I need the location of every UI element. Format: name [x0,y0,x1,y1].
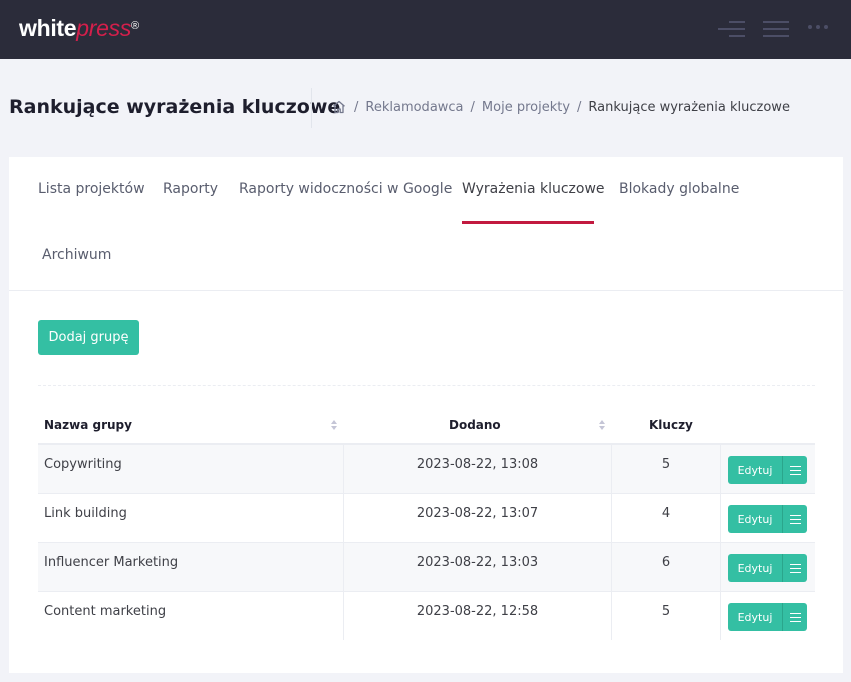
table-row: Content marketing 2023-08-22, 12:58 5 Ed… [38,592,815,641]
column-header-added[interactable]: Dodano [449,418,501,432]
breadcrumb-separator: / [577,99,582,115]
table-header: Nazwa grupy Dodano Kluczy [38,407,815,445]
active-tab-indicator [462,221,594,224]
tab-google-visibility-reports[interactable]: Raporty widoczności w Google [239,181,452,197]
group-name-cell: Link building [38,494,344,542]
row-action-group: Edytuj [728,603,807,631]
keys-count-cell: 6 [612,543,721,591]
menu-icon[interactable] [763,21,789,42]
tab-keywords[interactable]: Wyrażenia kluczowe [462,181,605,197]
hamburger-icon [789,513,801,525]
added-date-cell: 2023-08-22, 13:08 [344,445,612,493]
sort-icon[interactable] [598,419,606,431]
group-name-cell: Content marketing [38,592,344,640]
tab-bar: Lista projektów Raporty Raporty widoczno… [9,157,843,291]
top-bar: whitepress® [0,0,851,59]
breadcrumb-item-current[interactable]: Rankujące wyrażenia kluczowe [588,100,790,115]
subheader-divider [311,88,312,128]
row-action-group: Edytuj [728,456,807,484]
sort-icon[interactable] [330,419,338,431]
tab-global-blocks[interactable]: Blokady globalne [619,181,739,197]
section-divider [38,385,815,386]
hamburger-icon [789,611,801,623]
add-group-button[interactable]: Dodaj grupę [38,320,139,355]
row-action-group: Edytuj [728,505,807,533]
breadcrumb-separator: / [354,99,359,115]
column-header-group-name[interactable]: Nazwa grupy [44,418,132,432]
more-dots-icon[interactable] [808,25,828,29]
breadcrumb-item-projects[interactable]: Moje projekty [482,100,570,115]
added-date-cell: 2023-08-22, 13:03 [344,543,612,591]
column-header-keys: Kluczy [649,418,693,432]
hamburger-icon [789,562,801,574]
main-card: Lista projektów Raporty Raporty widoczno… [9,157,843,673]
tab-reports[interactable]: Raporty [163,181,218,197]
aside-toggle-icon[interactable] [718,21,745,42]
added-date-cell: 2023-08-22, 12:58 [344,592,612,640]
breadcrumb: / Reklamodawca / Moje projekty / Rankują… [331,99,790,115]
tab-archive[interactable]: Archiwum [42,247,111,263]
actions-cell: Edytuj [721,494,815,542]
page-title: Rankujące wyrażenia kluczowe [9,96,341,118]
row-action-group: Edytuj [728,554,807,582]
edit-button[interactable]: Edytuj [728,603,782,631]
group-name-cell: Influencer Marketing [38,543,344,591]
actions-cell: Edytuj [721,592,815,640]
edit-button[interactable]: Edytuj [728,505,782,533]
whitepress-logo[interactable]: whitepress® [19,14,139,42]
actions-cell: Edytuj [721,543,815,591]
breadcrumb-separator: / [470,99,475,115]
tab-project-list[interactable]: Lista projektów [38,181,145,197]
table-row: Link building 2023-08-22, 13:07 4 Edytuj [38,494,815,543]
row-menu-button[interactable] [782,554,807,582]
home-icon[interactable] [331,99,347,115]
edit-button[interactable]: Edytuj [728,456,782,484]
keys-count-cell: 5 [612,592,721,640]
keys-count-cell: 5 [612,445,721,493]
table-row: Copywriting 2023-08-22, 13:08 5 Edytuj [38,445,815,494]
edit-button[interactable]: Edytuj [728,554,782,582]
group-name-cell: Copywriting [38,445,344,493]
actions-cell: Edytuj [721,445,815,493]
breadcrumb-item-reklamodawca[interactable]: Reklamodawca [365,100,463,115]
row-menu-button[interactable] [782,603,807,631]
row-menu-button[interactable] [782,456,807,484]
keys-count-cell: 4 [612,494,721,542]
groups-table: Nazwa grupy Dodano Kluczy Copywriting 20… [38,407,815,641]
row-menu-button[interactable] [782,505,807,533]
added-date-cell: 2023-08-22, 13:07 [344,494,612,542]
table-row: Influencer Marketing 2023-08-22, 13:03 6… [38,543,815,592]
hamburger-icon [789,464,801,476]
